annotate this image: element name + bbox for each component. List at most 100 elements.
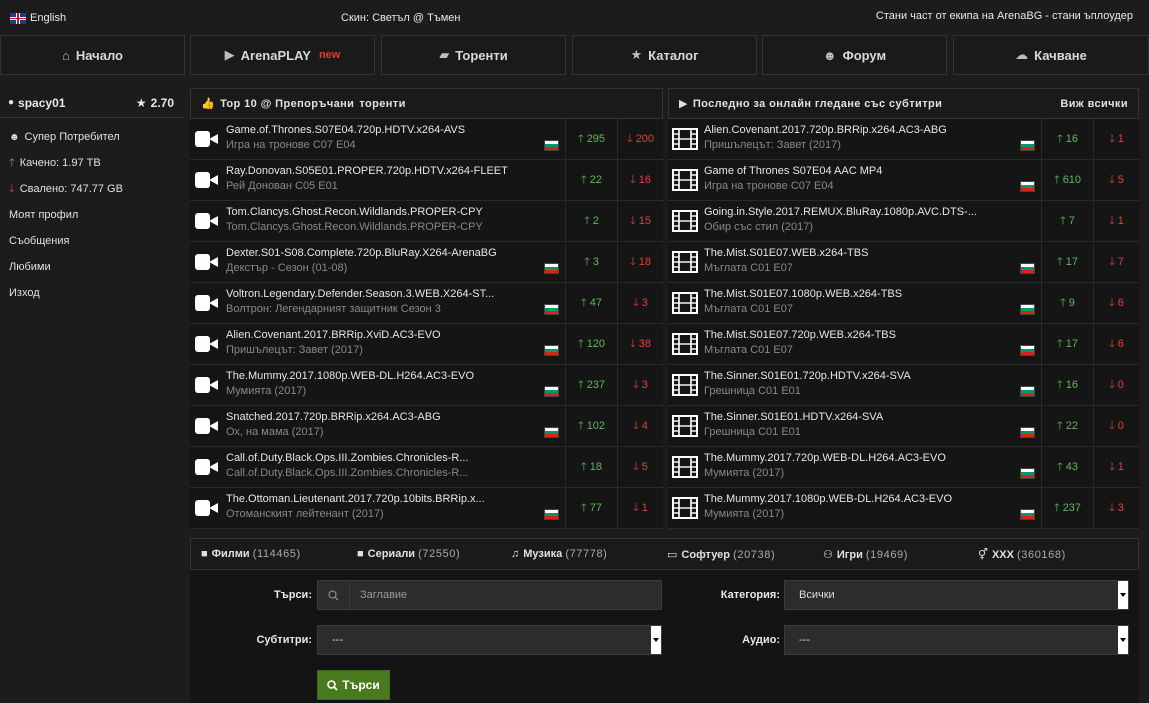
username[interactable]: spacy01	[18, 96, 65, 110]
sidebar-item-messages[interactable]: Съобщения	[0, 228, 184, 254]
seeders-count: 🡑 237	[565, 365, 617, 405]
table-row[interactable]: Tom.Clancys.Ghost.Recon.Wildlands.PROPER…	[190, 201, 663, 242]
row-icon-cell	[190, 283, 224, 323]
uploader-link[interactable]: Стани част от екипа на ArenaBG - стани ъ…	[876, 10, 1133, 22]
category-music[interactable]: ♫ Музика (77778)	[511, 548, 607, 560]
nav-home[interactable]: ⌂ Начало	[0, 35, 185, 75]
torrent-link[interactable]: The.Mist.S01E07.WEB.x264-TBS	[704, 247, 1037, 259]
arrow-up-icon: 🡑	[1057, 255, 1063, 268]
film-icon	[672, 210, 698, 232]
seeders-count: 🡑 2	[565, 201, 617, 241]
nav-label: Качване	[1034, 47, 1087, 63]
table-row[interactable]: The.Mummy.2017.1080p.WEB-DL.H264.AC3-EVO…	[190, 365, 663, 406]
language-switch[interactable]: English	[10, 12, 66, 24]
sidebar-item-profile[interactable]: Моят профил	[0, 202, 184, 228]
skin-switch[interactable]: Скин: Светъл @ Тъмен	[341, 12, 460, 24]
category-venus-mars[interactable]: ⚥ XXX (360168)	[978, 548, 1066, 561]
table-row[interactable]: Game of Thrones S07E04 AAC MP4 Игра на тр…	[668, 160, 1139, 201]
search-button[interactable]: Търси	[317, 670, 390, 700]
arrow-down-icon: 🡓	[633, 419, 639, 432]
audio-select[interactable]: ---	[784, 625, 1129, 655]
nav-folder[interactable]: ▰ Торенти	[381, 35, 566, 75]
table-row[interactable]: The.Sinner.S01E01.720p.HDTV.x264-SVA Греш…	[668, 365, 1139, 406]
arrow-up-icon: 🡑	[1057, 132, 1063, 145]
bulgarian-flag-icon	[1020, 345, 1035, 356]
top10-title-bold[interactable]: торенти	[359, 98, 405, 110]
torrent-link[interactable]: Alien.Covenant.2017.720p.BRRip.x264.AC3-…	[704, 124, 1037, 136]
table-row[interactable]: Dexter.S01-S08.Complete.720p.BluRay.X264…	[190, 242, 663, 283]
table-row[interactable]: The.Mist.S01E07.1080p.WEB.x264-TBS Мъглат…	[668, 283, 1139, 324]
torrent-link[interactable]: Dexter.S01-S08.Complete.720p.BluRay.X264…	[226, 247, 561, 259]
seeders-value: 237	[1062, 502, 1082, 514]
search-input[interactable]: Заглавие	[317, 580, 662, 610]
torrent-link[interactable]: Game.of.Thrones.S07E04.720p.HDTV.x264-AV…	[226, 124, 561, 136]
nav-star[interactable]: ★ Каталог	[572, 35, 757, 75]
audio-label: Аудио:	[742, 634, 780, 646]
leechers-count: 🡓 5	[1093, 160, 1139, 200]
torrent-link[interactable]: Tom.Clancys.Ghost.Recon.Wildlands.PROPER…	[226, 206, 561, 218]
online-panel: ▶ Последно за онлайн гледане със субтитр…	[668, 88, 1139, 529]
table-row[interactable]: The.Mummy.2017.720p.WEB-DL.H264.AC3-EVO М…	[668, 447, 1139, 488]
torrent-link[interactable]: Alien.Covenant.2017.BRRip.XviD.AC3-EVO	[226, 329, 561, 341]
leechers-count: 🡓 0	[1093, 406, 1139, 446]
category-desktop[interactable]: ▭ Софтуер (20738)	[667, 548, 775, 561]
category-gamepad[interactable]: ⚇ Игри (19469)	[823, 548, 908, 561]
subtitles-select[interactable]: ---	[317, 625, 662, 655]
seeders-count: 🡑 9	[1041, 283, 1093, 323]
leechers-value: 7	[1117, 256, 1124, 268]
torrent-subtitle: Обир със стил (2017)	[704, 221, 814, 233]
torrent-link[interactable]: The.Mist.S01E07.1080p.WEB.x264-TBS	[704, 288, 1037, 300]
table-row[interactable]: Alien.Covenant.2017.BRRip.XviD.AC3-EVO Пр…	[190, 324, 663, 365]
category-select-value: Всички	[799, 589, 835, 601]
category-select[interactable]: Всички	[784, 580, 1129, 610]
table-row[interactable]: Snatched.2017.720p.BRRip.x264.AC3-ABG Ох,…	[190, 406, 663, 447]
torrent-link[interactable]: Snatched.2017.720p.BRRip.x264.AC3-ABG	[226, 411, 561, 423]
table-row[interactable]: Call.of.Duty.Black.Ops.III.Zombies.Chron…	[190, 447, 663, 488]
torrent-link[interactable]: Going.in.Style.2017.REMUX.BluRay.1080p.A…	[704, 206, 1037, 218]
arrow-down-icon: 🡓	[1109, 460, 1115, 473]
table-row[interactable]: The.Ottoman.Lieutenant.2017.720p.10bits.…	[190, 488, 663, 529]
torrent-link[interactable]: The.Mist.S01E07.720p.WEB.x264-TBS	[704, 329, 1037, 341]
torrent-link[interactable]: Call.of.Duty.Black.Ops.III.Zombies.Chron…	[226, 452, 561, 464]
category-video-camera[interactable]: ■ Филми (114465)	[201, 548, 301, 560]
category-label: XXX	[991, 549, 1014, 561]
table-row[interactable]: Game.of.Thrones.S07E04.720p.HDTV.x264-AV…	[190, 119, 663, 160]
category-tv-camera[interactable]: ■ Сериали (72550)	[357, 548, 460, 560]
table-row[interactable]: Going.in.Style.2017.REMUX.BluRay.1080p.A…	[668, 201, 1139, 242]
table-row[interactable]: Ray.Donovan.S05E01.PROPER.720p.HDTV.x264…	[190, 160, 663, 201]
sidebar-item-logout[interactable]: Изход	[0, 280, 184, 306]
table-row[interactable]: Alien.Covenant.2017.720p.BRRip.x264.AC3-…	[668, 119, 1139, 160]
torrent-link[interactable]: The.Sinner.S01E01.HDTV.x264-SVA	[704, 411, 1037, 423]
table-row[interactable]: Voltron.Legendary.Defender.Season.3.WEB.…	[190, 283, 663, 324]
arrow-down-icon: 🡓	[633, 460, 639, 473]
torrent-link[interactable]: Voltron.Legendary.Defender.Season.3.WEB.…	[226, 288, 561, 300]
nav-play[interactable]: ▶ ArenaPLAY new	[190, 35, 375, 75]
online-title: Последно за онлайн гледане със субтитри	[692, 97, 943, 110]
arrow-down-icon: 🡓	[1109, 337, 1115, 350]
video-camera-icon	[195, 171, 219, 189]
torrent-name-cell: The.Mist.S01E07.1080p.WEB.x264-TBS Мъглат…	[702, 283, 1041, 323]
torrent-link[interactable]: Ray.Donovan.S05E01.PROPER.720p.HDTV.x264…	[226, 165, 561, 177]
table-row[interactable]: The.Mist.S01E07.WEB.x264-TBS Мъглата С01 …	[668, 242, 1139, 283]
torrent-link[interactable]: Game of Thrones S07E04 AAC MP4	[704, 165, 1037, 177]
torrent-name-cell: Alien.Covenant.2017.720p.BRRip.x264.AC3-…	[702, 119, 1041, 159]
seeders-value: 295	[586, 133, 606, 145]
torrent-link[interactable]: The.Mummy.2017.1080p.WEB-DL.H264.AC3-EVO	[226, 370, 561, 382]
bulgarian-flag-icon	[544, 427, 559, 438]
view-all-link[interactable]: Виж всички	[1060, 98, 1128, 110]
torrent-link[interactable]: The.Mummy.2017.1080p.WEB-DL.H264.AC3-EVO	[704, 493, 1037, 505]
table-row[interactable]: The.Mist.S01E07.720p.WEB.x264-TBS Мъглата…	[668, 324, 1139, 365]
leechers-value: 1	[1117, 461, 1124, 473]
sidebar-item-favorites[interactable]: Любими	[0, 254, 184, 280]
arrow-up-icon: 🡑	[1057, 419, 1063, 432]
table-row[interactable]: The.Sinner.S01E01.HDTV.x264-SVA Грешница …	[668, 406, 1139, 447]
audio-select-value: ---	[799, 634, 810, 646]
nav-users[interactable]: ☻ Форум	[762, 35, 947, 75]
torrent-link[interactable]: The.Ottoman.Lieutenant.2017.720p.10bits.…	[226, 493, 561, 505]
leechers-count: 🡓 1	[617, 488, 663, 528]
nav-cloud-upload[interactable]: ☁ Качване	[953, 35, 1149, 75]
torrent-link[interactable]: The.Sinner.S01E01.720p.HDTV.x264-SVA	[704, 370, 1037, 382]
arrow-down-icon: 🡓	[630, 173, 636, 186]
table-row[interactable]: The.Mummy.2017.1080p.WEB-DL.H264.AC3-EVO…	[668, 488, 1139, 529]
torrent-link[interactable]: The.Mummy.2017.720p.WEB-DL.H264.AC3-EVO	[704, 452, 1037, 464]
